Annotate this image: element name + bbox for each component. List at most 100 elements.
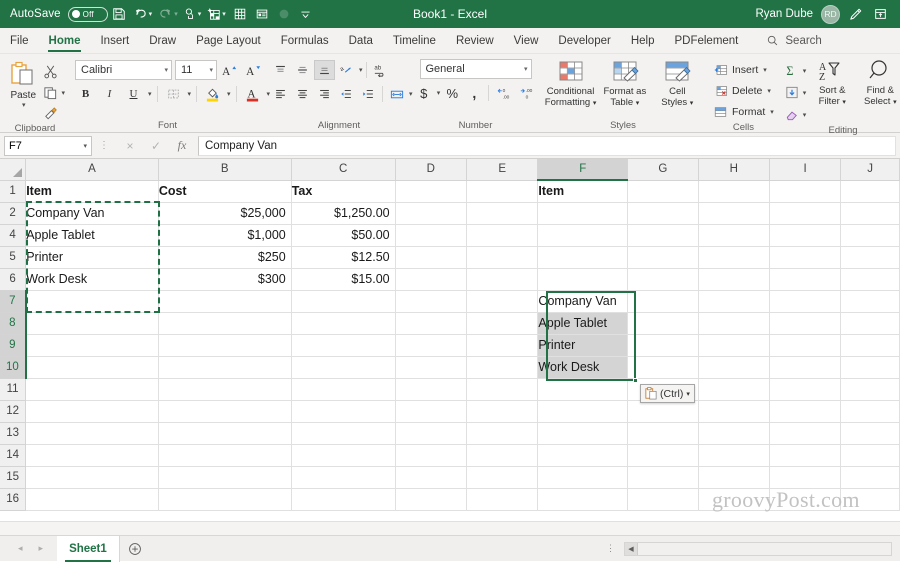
cell-i15[interactable] xyxy=(769,466,842,489)
number-format-dropdown-icon[interactable]: ▾ xyxy=(520,65,528,73)
align-center-icon[interactable] xyxy=(292,84,313,104)
search-box[interactable]: Search xyxy=(766,28,822,53)
row-header[interactable]: 8 xyxy=(0,312,27,335)
cell-g12[interactable] xyxy=(627,400,699,423)
format-painter-button[interactable] xyxy=(43,104,65,123)
row-header[interactable]: 10 xyxy=(0,356,27,379)
insert-cells-button[interactable]: Insert ▾ xyxy=(713,60,774,80)
cell-g1[interactable] xyxy=(627,180,699,203)
touch-mode-dropdown-icon[interactable]: ▾ xyxy=(198,10,202,18)
cell-a14[interactable] xyxy=(25,444,159,467)
cell-a8[interactable] xyxy=(25,312,159,335)
cell-d9[interactable] xyxy=(395,334,468,357)
cell-b10[interactable] xyxy=(158,356,292,379)
cell-h15[interactable] xyxy=(698,466,770,489)
align-right-icon[interactable] xyxy=(314,84,335,104)
cell-d4[interactable] xyxy=(395,224,468,247)
paste-button[interactable]: Paste ▾ xyxy=(5,59,41,109)
cell-a7[interactable] xyxy=(25,290,159,313)
cell-i16[interactable] xyxy=(769,488,842,511)
delete-dropdown-icon[interactable]: ▾ xyxy=(767,87,771,95)
cell-e13[interactable] xyxy=(466,422,539,445)
formula-input[interactable]: Company Van xyxy=(198,135,896,156)
col-header-b[interactable]: B xyxy=(158,159,292,181)
tab-insert[interactable]: Insert xyxy=(90,28,139,54)
cell-j8[interactable] xyxy=(840,312,900,335)
cell-h5[interactable] xyxy=(698,246,770,269)
cell-g16[interactable] xyxy=(627,488,699,511)
tab-pdfelement[interactable]: PDFelement xyxy=(664,28,748,54)
cell-j7[interactable] xyxy=(840,290,900,313)
tab-developer[interactable]: Developer xyxy=(548,28,620,54)
confirm-entry-icon[interactable]: ✓ xyxy=(143,136,169,156)
increase-decimal-icon[interactable]: 0.00 xyxy=(493,83,514,103)
cell-c13[interactable] xyxy=(291,422,396,445)
cell-f5[interactable] xyxy=(537,246,629,269)
cell-j16[interactable] xyxy=(840,488,900,511)
calculate-icon[interactable] xyxy=(229,3,251,25)
scroll-left-icon[interactable]: ◀ xyxy=(625,542,638,555)
underline-button[interactable]: U xyxy=(123,84,144,104)
cell-g8[interactable] xyxy=(627,312,699,335)
cell-a5[interactable]: Printer xyxy=(25,246,159,269)
cell-f7[interactable]: Company Van xyxy=(537,290,629,313)
undo-icon[interactable]: ▾ xyxy=(130,3,156,25)
autosave-toggle[interactable]: Off xyxy=(67,6,108,22)
save-icon[interactable] xyxy=(108,3,130,25)
cell-i6[interactable] xyxy=(769,268,842,291)
borders-icon[interactable] xyxy=(163,84,184,104)
fill-color-dropdown-icon[interactable]: ▾ xyxy=(227,90,231,98)
cell-g7[interactable] xyxy=(627,290,699,313)
cell-f1[interactable]: Item xyxy=(537,180,629,203)
cell-h2[interactable] xyxy=(698,202,770,225)
ink-pen-icon[interactable] xyxy=(848,7,863,22)
cell-h12[interactable] xyxy=(698,400,770,423)
cell-i10[interactable] xyxy=(769,356,842,379)
cell-h11[interactable] xyxy=(698,378,770,401)
comma-format-button[interactable]: , xyxy=(464,83,484,103)
cell-h8[interactable] xyxy=(698,312,770,335)
new-dropdown-icon[interactable]: ▾ xyxy=(222,10,226,18)
tab-data[interactable]: Data xyxy=(339,28,383,54)
cell-c7[interactable] xyxy=(291,290,396,313)
row-header[interactable]: 4 xyxy=(0,224,27,247)
tab-timeline[interactable]: Timeline xyxy=(383,28,446,54)
tab-formulas[interactable]: Formulas xyxy=(271,28,339,54)
cell-d13[interactable] xyxy=(395,422,468,445)
cell-c12[interactable] xyxy=(291,400,396,423)
cancel-entry-icon[interactable]: × xyxy=(117,136,143,156)
col-header-c[interactable]: C xyxy=(291,159,396,181)
cell-i14[interactable] xyxy=(769,444,842,467)
increase-font-size-icon[interactable]: A xyxy=(220,60,241,80)
cell-g13[interactable] xyxy=(627,422,699,445)
copy-button[interactable]: ▾ xyxy=(43,83,65,102)
tab-home[interactable]: Home xyxy=(39,28,91,54)
cell-i13[interactable] xyxy=(769,422,842,445)
cell-a11[interactable] xyxy=(25,378,159,401)
clear-dropdown-icon[interactable]: ▾ xyxy=(803,111,807,119)
cell-g14[interactable] xyxy=(627,444,699,467)
fill-dropdown-icon[interactable]: ▾ xyxy=(803,89,807,97)
cell-h10[interactable] xyxy=(698,356,770,379)
cell-c1[interactable]: Tax xyxy=(291,180,396,203)
font-color-icon[interactable]: A xyxy=(242,84,263,104)
cell-c5[interactable]: $12.50 xyxy=(291,246,396,269)
cell-i2[interactable] xyxy=(769,202,842,225)
cell-a12[interactable] xyxy=(25,400,159,423)
cell-a16[interactable] xyxy=(25,488,159,511)
cell-g4[interactable] xyxy=(627,224,699,247)
cell-c10[interactable] xyxy=(291,356,396,379)
cell-i4[interactable] xyxy=(769,224,842,247)
tab-draw[interactable]: Draw xyxy=(139,28,186,54)
cell-f14[interactable] xyxy=(537,444,629,467)
cell-e7[interactable] xyxy=(466,290,539,313)
cell-b1[interactable]: Cost xyxy=(158,180,292,203)
cell-e16[interactable] xyxy=(466,488,539,511)
fill-color-icon[interactable] xyxy=(202,84,223,104)
cell-e10[interactable] xyxy=(466,356,539,379)
cell-a2[interactable]: Company Van xyxy=(25,202,159,225)
cell-j6[interactable] xyxy=(840,268,900,291)
cell-d10[interactable] xyxy=(395,356,468,379)
decrease-indent-icon[interactable] xyxy=(336,84,357,104)
cell-a6[interactable]: Work Desk xyxy=(25,268,159,291)
